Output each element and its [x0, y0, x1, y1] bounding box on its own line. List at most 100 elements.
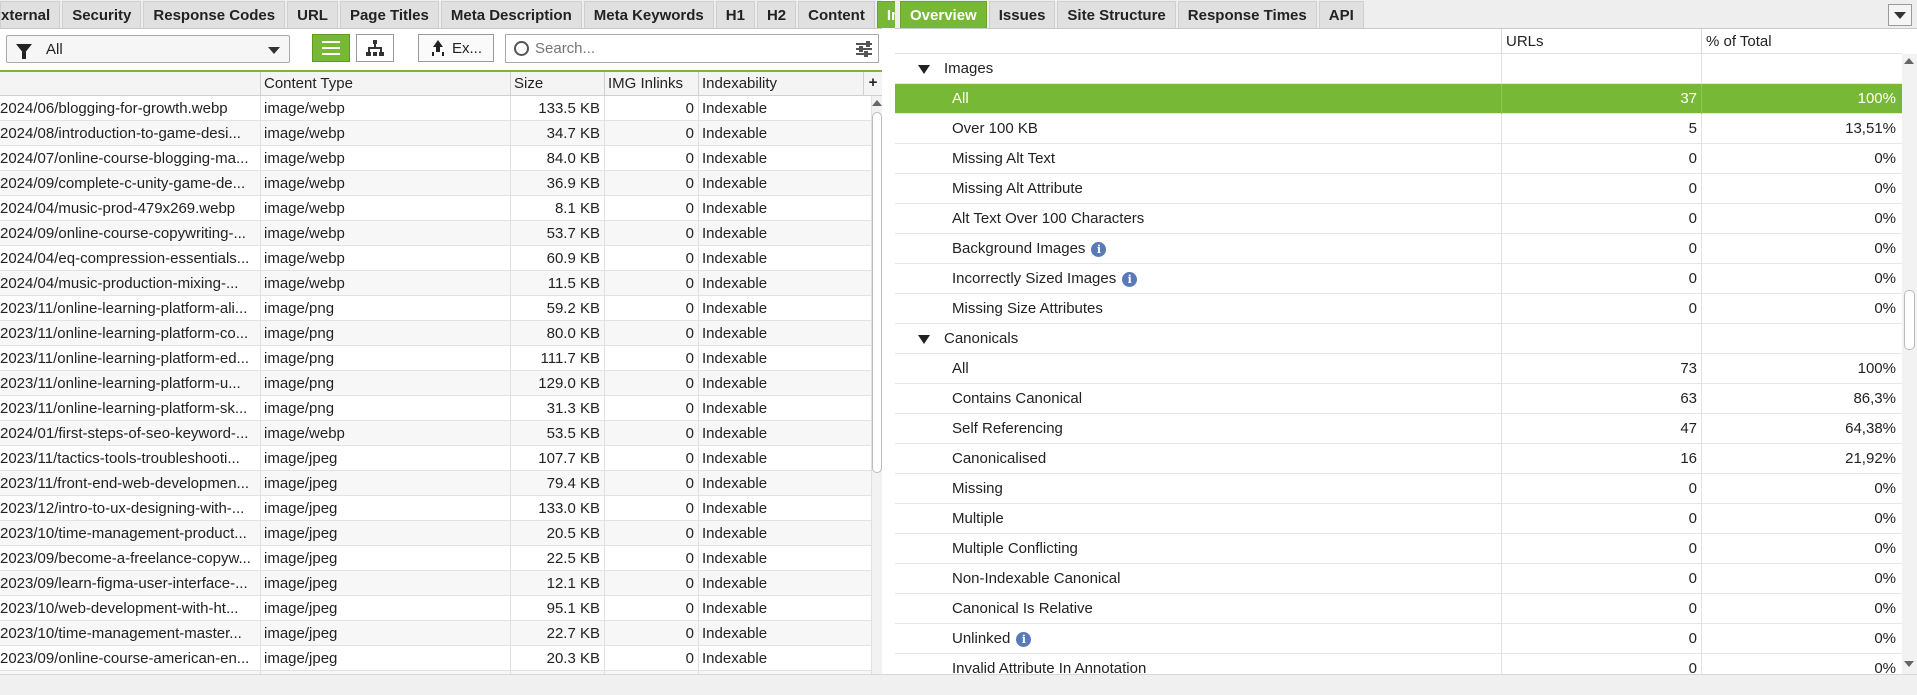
filter-dropdown[interactable]: All [6, 35, 290, 63]
section-images[interactable]: Images [895, 54, 1902, 84]
tab-meta-description[interactable]: Meta Description [440, 1, 582, 28]
tab-meta-keywords[interactable]: Meta Keywords [583, 1, 714, 28]
table-row[interactable]: 2023/12/intro-to-ux-designing-with-... im… [0, 496, 872, 521]
tab-overview[interactable]: Overview [900, 1, 987, 28]
table-row[interactable]: 2024/07/online-course-blogging-ma... imag… [0, 146, 872, 171]
expand-triangle-icon[interactable] [918, 334, 930, 344]
overview-row-canonical-is-relative[interactable]: Canonical Is Relative 0 0% [895, 594, 1902, 624]
overview-row-multiple-conflicting[interactable]: Multiple Conflicting 0 0% [895, 534, 1902, 564]
info-icon[interactable]: i [1122, 271, 1138, 287]
cell-content-type: image/png [261, 396, 511, 421]
table-row[interactable]: 2024/04/music-production-mixing-... image… [0, 271, 872, 296]
overview-row-label: Self Referencing [952, 414, 1063, 444]
cell-size: 11.5 KB [511, 271, 605, 296]
info-icon[interactable]: i [1016, 631, 1032, 647]
table-row[interactable]: 2023/10/time-management-master... image/j… [0, 621, 872, 646]
overview-row-incorrectly-sized-images[interactable]: Incorrectly Sized Images i 0 0% [895, 264, 1902, 294]
row-label-text: Non-Indexable Canonical [952, 570, 1121, 587]
tab-response-times[interactable]: Response Times [1177, 1, 1317, 28]
search-options-icon[interactable] [856, 41, 872, 57]
column-header-size[interactable]: Size [511, 72, 605, 96]
table-row[interactable]: 2023/10/time-management-product... image/… [0, 521, 872, 546]
tab-content[interactable]: Content [798, 1, 875, 28]
tree-view-button[interactable] [356, 34, 394, 62]
column-header-content-type[interactable]: Content Type [261, 72, 511, 96]
table-row[interactable]: 2024/06/blogging-for-growth.webp image/we… [0, 96, 872, 121]
column-header-address[interactable] [0, 72, 261, 96]
left-scrollbar[interactable] [872, 96, 882, 695]
tab-xternal[interactable]: xternal [0, 1, 61, 28]
overview-row-self-referencing[interactable]: Self Referencing 47 64,38% [895, 414, 1902, 444]
section-label: Canonicals [918, 324, 1018, 354]
cell-indexability: Indexable [699, 321, 872, 346]
overview-row-unlinked[interactable]: Unlinked i 0 0% [895, 624, 1902, 654]
overview-row-contains-canonical[interactable]: Contains Canonical 63 86,3% [895, 384, 1902, 414]
cell-indexability: Indexable [699, 196, 872, 221]
status-strip [0, 674, 1917, 695]
tab-h2[interactable]: H2 [756, 1, 797, 28]
table-row[interactable]: 2023/11/front-end-web-developmen... image… [0, 471, 872, 496]
table-row[interactable]: 2023/09/become-a-freelance-copyw... image… [0, 546, 872, 571]
table-row[interactable]: 2023/11/online-learning-platform-sk... im… [0, 396, 872, 421]
tab-security[interactable]: Security [62, 1, 142, 28]
overview-row-missing-size-attributes[interactable]: Missing Size Attributes 0 0% [895, 294, 1902, 324]
cell-img-inlinks: 0 [605, 396, 699, 421]
column-header-indexability[interactable]: Indexability [699, 72, 864, 96]
table-row[interactable]: 2024/04/music-prod-479x269.webp image/web… [0, 196, 872, 221]
overview-row-multiple[interactable]: Multiple 0 0% [895, 504, 1902, 534]
scroll-down-icon[interactable] [1904, 661, 1914, 667]
search-input[interactable] [535, 40, 855, 57]
overview-row-all[interactable]: All 73 100% [895, 354, 1902, 384]
tab-url[interactable]: URL [287, 1, 338, 28]
column-header-img-inlinks[interactable]: IMG Inlinks [605, 72, 699, 96]
column-header-urls[interactable]: URLs [1501, 29, 1701, 54]
overview-row-background-images[interactable]: Background Images i 0 0% [895, 234, 1902, 264]
cell-content-type: image/jpeg [261, 571, 511, 596]
tab-response-codes[interactable]: Response Codes [143, 1, 286, 28]
add-column-button[interactable]: + [864, 72, 882, 96]
right-tabs-dropdown[interactable] [1888, 4, 1912, 26]
list-view-button[interactable] [312, 34, 350, 62]
overview-row-over-100-kb[interactable]: Over 100 KB 5 13,51% [895, 114, 1902, 144]
table-row[interactable]: 2023/09/online-course-american-en... imag… [0, 646, 872, 671]
table-row[interactable]: 2023/11/online-learning-platform-ali... i… [0, 296, 872, 321]
overview-row-non-indexable-canonical[interactable]: Non-Indexable Canonical 0 0% [895, 564, 1902, 594]
tab-page-titles[interactable]: Page Titles [339, 1, 439, 28]
section-canonicals[interactable]: Canonicals [895, 324, 1902, 354]
column-header-percent-total[interactable]: % of Total [1701, 29, 1902, 54]
overview-row-canonicalised[interactable]: Canonicalised 16 21,92% [895, 444, 1902, 474]
table-row[interactable]: 2023/11/online-learning-platform-u... ima… [0, 371, 872, 396]
overview-row-invalid-attribute-in-annotation[interactable]: Invalid Attribute In Annotation 0 0% [895, 654, 1902, 674]
table-row[interactable]: 2024/08/introduction-to-game-desi... imag… [0, 121, 872, 146]
tab-site-structure[interactable]: Site Structure [1057, 1, 1176, 28]
expand-triangle-icon[interactable] [918, 64, 930, 74]
overview-row-all[interactable]: All 37 100% [895, 84, 1902, 114]
right-scrollbar-thumb[interactable] [1904, 290, 1915, 350]
tab-api[interactable]: API [1318, 1, 1364, 28]
tab-h1[interactable]: H1 [715, 1, 755, 28]
table-row[interactable]: 2024/01/first-steps-of-seo-keyword-... im… [0, 421, 872, 446]
left-scrollbar-thumb[interactable] [872, 112, 882, 473]
table-row[interactable]: 2024/09/complete-c-unity-game-de... image… [0, 171, 872, 196]
table-row[interactable]: 2023/10/web-development-with-ht... image/… [0, 596, 872, 621]
info-icon[interactable]: i [1091, 241, 1107, 257]
cell-address: 2024/06/blogging-for-growth.webp [0, 96, 261, 121]
table-row[interactable]: 2024/09/online-course-copywriting-... ima… [0, 221, 872, 246]
overview-row-missing[interactable]: Missing 0 0% [895, 474, 1902, 504]
table-row[interactable]: 2023/11/tactics-tools-troubleshooti... im… [0, 446, 872, 471]
table-row[interactable]: 2023/11/online-learning-platform-ed... im… [0, 346, 872, 371]
tab-issues[interactable]: Issues [988, 1, 1056, 28]
table-row[interactable]: 2023/11/online-learning-platform-co... im… [0, 321, 872, 346]
scroll-up-icon[interactable] [872, 100, 882, 106]
right-scrollbar[interactable] [1902, 54, 1917, 674]
cell-indexability: Indexable [699, 146, 872, 171]
url-count [1501, 54, 1701, 84]
cell-address: 2024/08/introduction-to-game-desi... [0, 121, 261, 146]
scroll-up-icon[interactable] [1904, 58, 1914, 64]
overview-row-alt-text-over-100-characters[interactable]: Alt Text Over 100 Characters 0 0% [895, 204, 1902, 234]
overview-row-missing-alt-text[interactable]: Missing Alt Text 0 0% [895, 144, 1902, 174]
export-button[interactable]: Ex... [418, 34, 494, 62]
table-row[interactable]: 2023/09/learn-figma-user-interface-... im… [0, 571, 872, 596]
overview-row-missing-alt-attribute[interactable]: Missing Alt Attribute 0 0% [895, 174, 1902, 204]
table-row[interactable]: 2024/04/eq-compression-essentials... imag… [0, 246, 872, 271]
